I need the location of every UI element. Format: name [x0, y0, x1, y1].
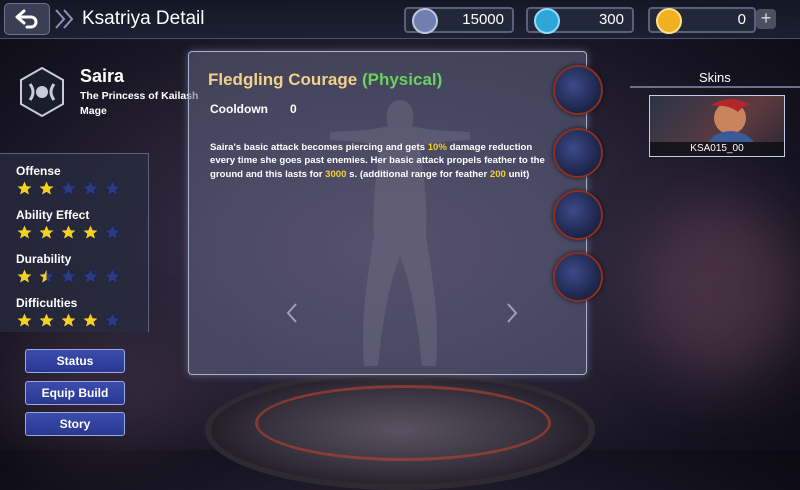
- stat-label-durability: Durability: [16, 252, 72, 266]
- ability-name: Fledgling Courage: [208, 70, 358, 89]
- star-filled-icon: [16, 268, 33, 284]
- star-filled-icon: [60, 312, 77, 328]
- star-filled-icon: [82, 224, 99, 240]
- star-empty-icon: [82, 268, 99, 284]
- top-bar: Ksatriya Detail 15000 300 0 +: [0, 0, 800, 39]
- cooldown-value: 0: [290, 102, 297, 116]
- back-button[interactable]: [4, 3, 50, 35]
- stat-label-difficulties: Difficulties: [16, 296, 78, 310]
- ability-title: Fledgling Courage (Physical): [208, 70, 442, 90]
- mage-role-emblem-icon: [20, 66, 64, 118]
- equip-build-button[interactable]: Equip Build: [25, 381, 125, 405]
- skins-heading: Skins: [699, 70, 731, 85]
- stat-stars: [16, 180, 121, 197]
- star-empty-icon: [82, 180, 99, 196]
- highlight-value: 200: [489, 168, 506, 180]
- ticket-counter: 0: [648, 7, 756, 34]
- skin-portrait-icon: [708, 99, 754, 142]
- status-button[interactable]: Status: [25, 349, 125, 373]
- background-glow: [640, 200, 800, 380]
- star-empty-icon: [104, 268, 121, 284]
- star-empty-icon: [60, 180, 77, 196]
- star-filled-icon: [38, 268, 55, 284]
- stat-stars: [16, 312, 121, 329]
- star-empty-icon: [104, 180, 121, 196]
- battle-point-counter: 15000: [404, 7, 514, 34]
- hero-name: Saira: [80, 66, 125, 86]
- skill-1-icon[interactable]: [553, 65, 603, 115]
- star-empty-icon: [104, 224, 121, 240]
- add-ticket-button[interactable]: +: [756, 9, 776, 29]
- star-filled-icon: [38, 224, 55, 240]
- ticket-value: 0: [737, 11, 746, 28]
- story-button[interactable]: Story: [25, 412, 125, 436]
- ability-description: Saira's basic attack becomes piercing an…: [210, 142, 545, 180]
- star-filled-icon: [60, 224, 77, 240]
- star-filled-icon: [16, 312, 33, 328]
- stat-label-offense: Offense: [16, 164, 61, 178]
- back-arrow-icon: [15, 9, 38, 29]
- star-filled-icon: [38, 180, 55, 196]
- skins-divider: [630, 86, 800, 88]
- diamond-icon: [534, 8, 560, 34]
- hero-role: Mage: [80, 105, 107, 117]
- skill-3-icon[interactable]: [553, 190, 603, 240]
- ticket-icon: [656, 8, 682, 34]
- stat-stars: [16, 268, 121, 285]
- star-filled-icon: [16, 224, 33, 240]
- hero-title: The Princess of Kailash: [80, 90, 199, 102]
- star-empty-icon: [104, 312, 121, 328]
- skill-4-icon[interactable]: [553, 252, 603, 302]
- battle-point-value: 15000: [462, 11, 504, 28]
- ability-detail-panel: Fledgling Courage (Physical) Cooldown 0 …: [188, 51, 587, 375]
- battle-point-icon: [412, 8, 438, 34]
- skill-2-icon[interactable]: [553, 128, 603, 178]
- previous-arrow-icon[interactable]: [285, 302, 299, 324]
- star-empty-icon: [60, 268, 77, 284]
- next-arrow-icon[interactable]: [505, 302, 519, 324]
- stat-stars: [16, 224, 121, 241]
- highlight-value: 10%: [427, 142, 447, 153]
- ability-type: (Physical): [361, 70, 443, 89]
- star-filled-icon: [38, 312, 55, 328]
- diamond-value: 300: [598, 11, 624, 28]
- skin-label: KSA015_00: [650, 142, 784, 156]
- diamond-counter: 300: [526, 7, 634, 34]
- stat-label-ability-effect: Ability Effect: [16, 208, 90, 222]
- highlight-value: 3000: [325, 168, 347, 180]
- stats-panel: Offense Ability Effect Durability Diffic…: [0, 153, 149, 332]
- star-filled-icon: [16, 180, 33, 196]
- skin-card[interactable]: KSA015_00: [649, 95, 785, 157]
- star-filled-icon: [82, 312, 99, 328]
- cooldown-label: Cooldown: [210, 102, 268, 116]
- page-title: Ksatriya Detail: [82, 8, 205, 29]
- title-chevron-icon: [55, 9, 74, 29]
